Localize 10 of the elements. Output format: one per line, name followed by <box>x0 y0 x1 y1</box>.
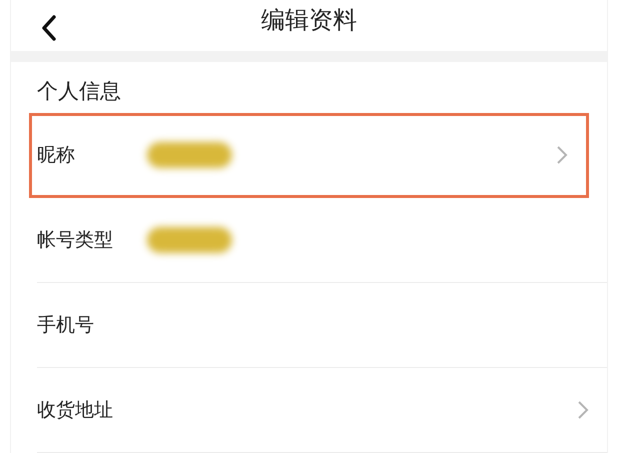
row-label: 手机号 <box>37 312 95 338</box>
page-title: 编辑资料 <box>261 5 357 36</box>
row-label: 昵称 <box>37 143 76 168</box>
settings-row[interactable]: 帐号类型 <box>37 198 607 283</box>
settings-row[interactable]: 手机号 <box>37 282 607 368</box>
row-label: 帐号类型 <box>37 228 114 253</box>
settings-row[interactable]: 收货地址 <box>37 368 607 453</box>
row-label: 收货地址 <box>37 398 114 423</box>
settings-row[interactable]: 昵称 <box>29 112 589 198</box>
section-title: 个人信息 <box>37 78 121 105</box>
